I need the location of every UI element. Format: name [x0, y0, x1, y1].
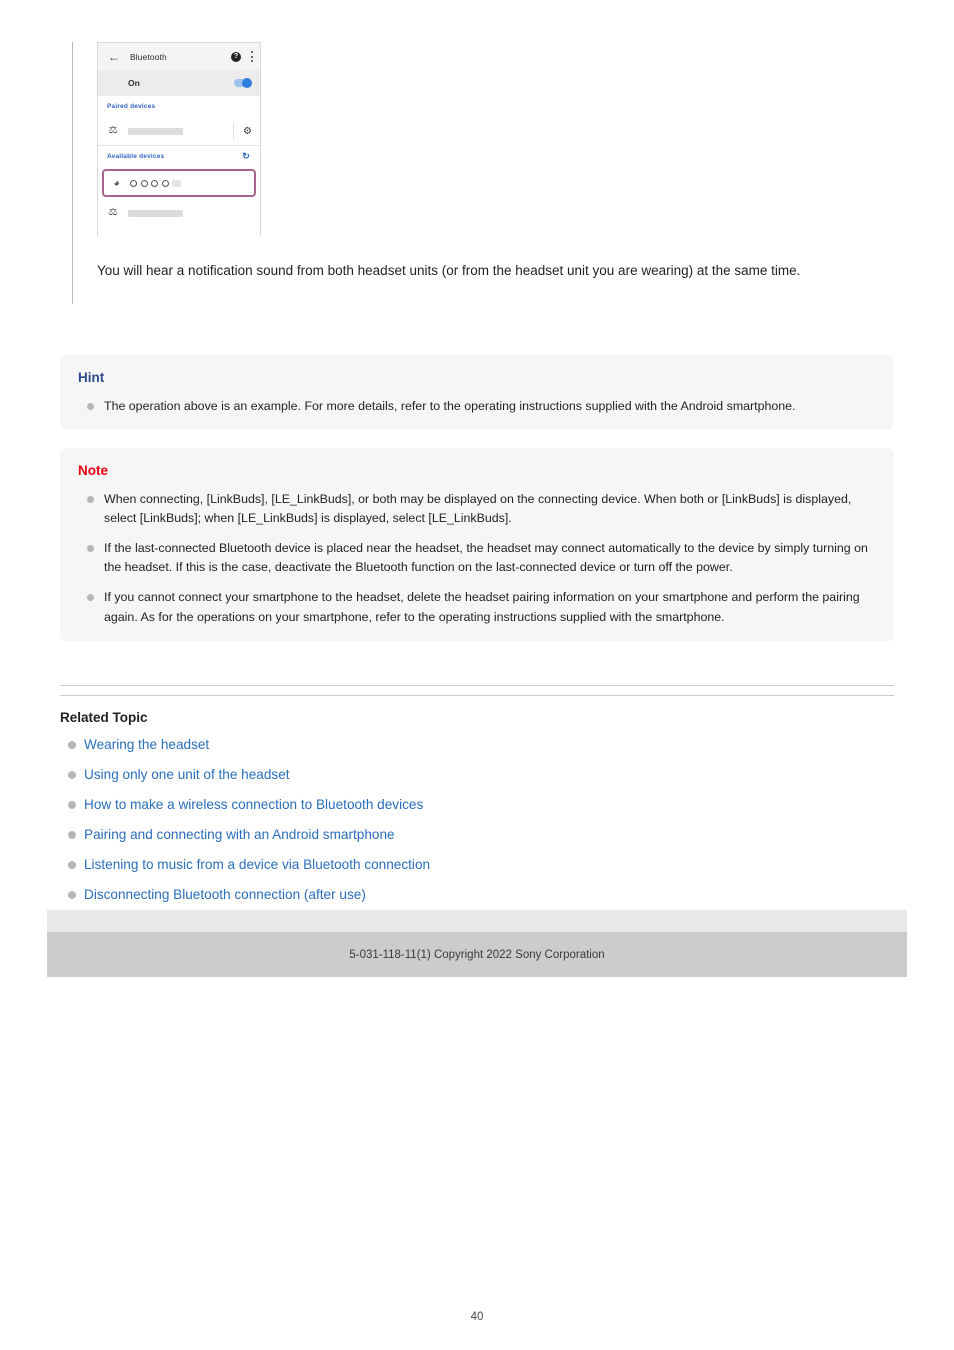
hint-list-item: The operation above is an example. For m…	[78, 397, 876, 416]
gear-icon: ⚙	[243, 125, 252, 137]
related-link-disconnecting[interactable]: Disconnecting Bluetooth connection (afte…	[84, 887, 366, 902]
phone-screenshot-image: ← Bluetooth ? On Paired devices ⚖ ⚙ Avai…	[97, 42, 261, 236]
related-topic-list: Wearing the headset Using only one unit …	[60, 735, 894, 905]
footer-bar: 5-031-118-11(1) Copyright 2022 Sony Corp…	[47, 932, 907, 977]
hint-title: Hint	[78, 370, 105, 385]
headphones-icon: ◕	[113, 177, 120, 189]
phone-bluetooth-toggle-switch	[234, 77, 252, 88]
bluetooth-icon: ⚖	[108, 125, 118, 136]
list-item[interactable]: Disconnecting Bluetooth connection (afte…	[60, 885, 894, 905]
note-list-item: When connecting, [LinkBuds], [LE_LinkBud…	[78, 490, 876, 528]
phone-row-divider	[233, 122, 234, 140]
phone-available-devices-label: Available devices	[107, 153, 165, 160]
phone-bluetooth-toggle-label: On	[128, 78, 140, 88]
related-link-wearing-the-headset[interactable]: Wearing the headset	[84, 737, 209, 752]
phone-app-bar-title: Bluetooth	[130, 51, 167, 62]
list-item[interactable]: Wearing the headset	[60, 735, 894, 755]
hint-panel: Hint The operation above is an example. …	[60, 355, 894, 430]
list-item[interactable]: How to make a wireless connection to Blu…	[60, 795, 894, 815]
note-title: Note	[78, 463, 108, 478]
back-arrow-icon: ←	[108, 49, 120, 64]
phone-paired-device-row: ⚖ ⚙	[98, 117, 260, 145]
phone-app-bar: ← Bluetooth ?	[98, 43, 260, 70]
related-link-using-only-one-unit[interactable]: Using only one unit of the headset	[84, 767, 290, 782]
phone-device-name-redacted	[128, 209, 183, 217]
related-link-pairing-android[interactable]: Pairing and connecting with an Android s…	[84, 827, 395, 842]
footer-copyright: 5-031-118-11(1) Copyright 2022 Sony Corp…	[349, 948, 605, 961]
phone-paired-devices-header: Paired devices	[98, 96, 260, 117]
list-item[interactable]: Using only one unit of the headset	[60, 765, 894, 785]
phone-paired-devices-label: Paired devices	[107, 103, 156, 110]
hint-list: The operation above is an example. For m…	[78, 397, 876, 416]
phone-device-name-redacted	[128, 127, 183, 135]
refresh-icon: ↻	[242, 151, 250, 161]
note-list: When connecting, [LinkBuds], [LE_LinkBud…	[78, 490, 876, 627]
list-item[interactable]: Pairing and connecting with an Android s…	[60, 825, 894, 845]
footer-spacer-band	[47, 910, 907, 932]
note-list-item: If you cannot connect your smartphone to…	[78, 588, 876, 626]
list-item[interactable]: Listening to music from a device via Blu…	[60, 855, 894, 875]
help-icon: ?	[231, 51, 241, 62]
step-block: ← Bluetooth ? On Paired devices ⚖ ⚙ Avai…	[72, 42, 912, 304]
related-topic-section: Related Topic Wearing the headset Using …	[60, 710, 894, 915]
step-description: You will hear a notification sound from …	[97, 263, 801, 278]
phone-available-device-row: ⚖	[98, 199, 260, 227]
document-page: ← Bluetooth ? On Paired devices ⚖ ⚙ Avai…	[0, 0, 954, 1350]
phone-available-devices-header: Available devices ↻	[98, 146, 260, 167]
section-divider	[60, 685, 894, 686]
related-link-wireless-connection[interactable]: How to make a wireless connection to Blu…	[84, 797, 423, 812]
related-topic-title: Related Topic	[60, 710, 148, 725]
note-list-item: If the last-connected Bluetooth device i…	[78, 539, 876, 577]
page-number: 40	[470, 1311, 484, 1323]
note-panel: Note When connecting, [LinkBuds], [LE_Li…	[60, 448, 894, 641]
bluetooth-icon: ⚖	[108, 207, 118, 218]
related-link-listening-to-music[interactable]: Listening to music from a device via Blu…	[84, 857, 430, 872]
kebab-menu-icon	[250, 51, 253, 62]
phone-bluetooth-toggle-row: On	[98, 70, 260, 96]
phone-highlighted-device-row: ◕	[102, 169, 256, 197]
phone-app-bar-actions: ?	[231, 43, 253, 70]
phone-masked-device-name	[130, 179, 181, 187]
section-divider	[60, 695, 894, 696]
